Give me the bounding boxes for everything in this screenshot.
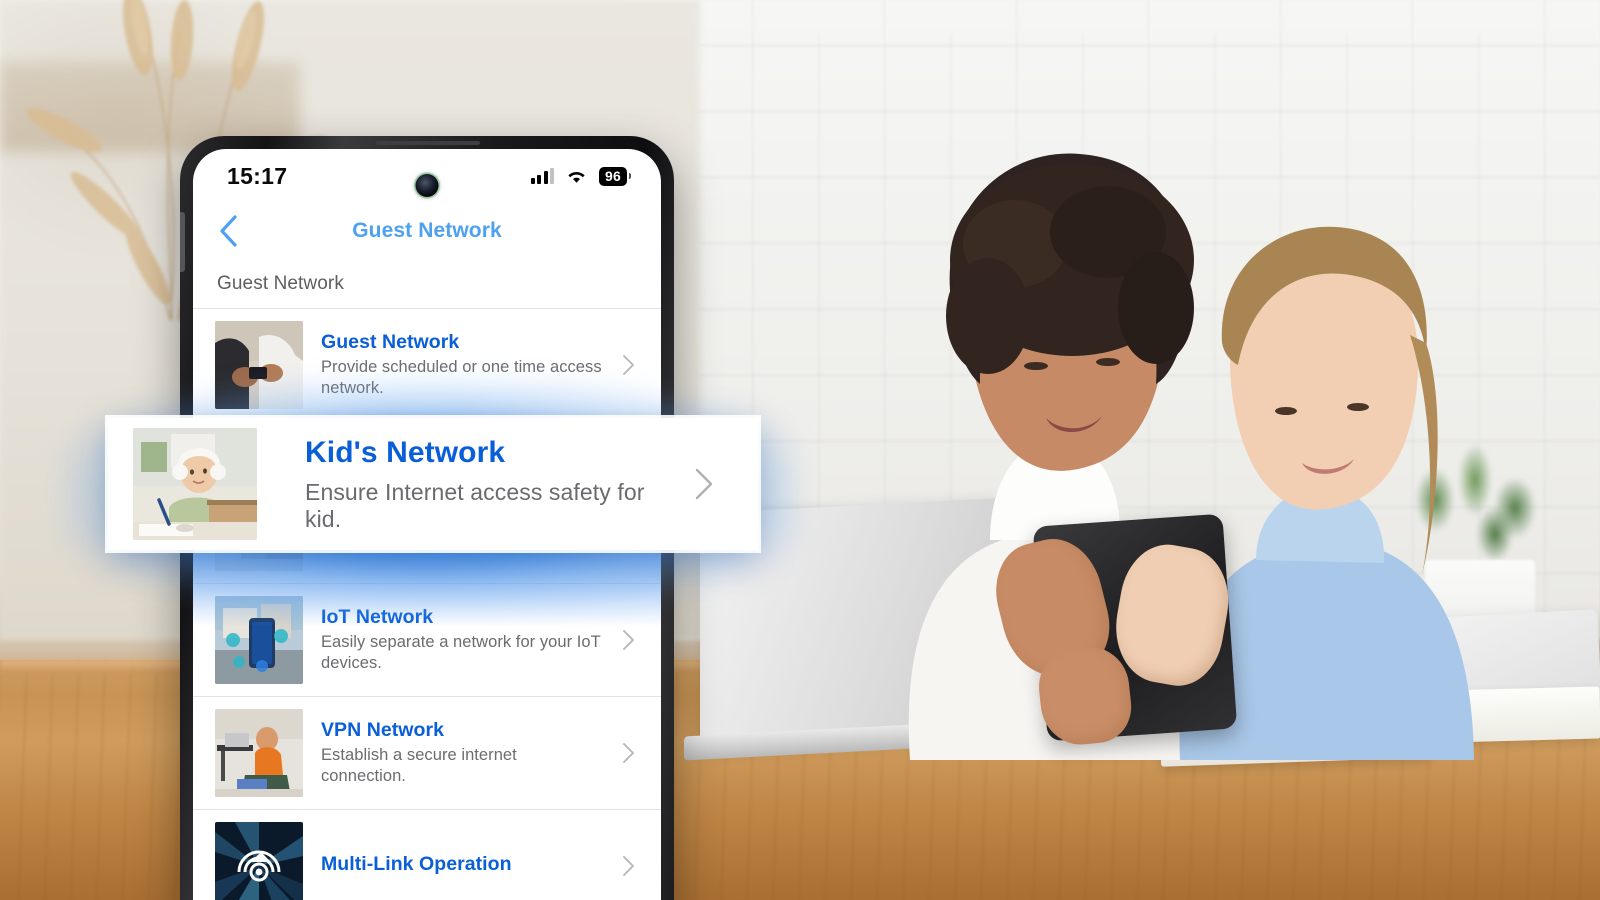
section-header-guest-network: Guest Network xyxy=(217,273,344,294)
list-item-title: IoT Network xyxy=(321,605,434,628)
list-item-title: Guest Network xyxy=(321,330,460,353)
list-item-vpn-network[interactable]: VPN Network Establish a secure internet … xyxy=(193,696,661,809)
chevron-right-icon[interactable] xyxy=(622,354,635,376)
page-title: Guest Network xyxy=(352,219,502,242)
list-item-subtitle: Establish a secure internet connection. xyxy=(321,745,517,785)
front-camera-icon xyxy=(415,174,439,197)
list-item-multi-link-operation[interactable]: Multi-Link Operation xyxy=(193,809,661,900)
list-item-subtitle: Easily separate a network for your IoT d… xyxy=(321,632,601,672)
cellular-signal-icon xyxy=(530,168,555,184)
thumbnail-kids-network-large xyxy=(133,428,257,540)
list-item-text: Multi-Link Operation xyxy=(321,853,604,879)
list-item-subtitle: Provide scheduled or one time access net… xyxy=(321,357,602,397)
list-item-text: VPN Network Establish a secure internet … xyxy=(321,719,604,788)
list-item-title: VPN Network xyxy=(321,718,444,741)
battery-tip-icon xyxy=(629,173,631,179)
magnified-card-text: Kid's Network Ensure Internet access saf… xyxy=(281,436,670,533)
thumbnail-iot-network xyxy=(215,596,303,684)
wifi-icon xyxy=(568,171,585,183)
list-item-text: Guest Network Provide scheduled or one t… xyxy=(321,331,604,400)
chevron-right-icon[interactable] xyxy=(622,629,635,651)
list-item-guest-network[interactable]: Guest Network Provide scheduled or one t… xyxy=(193,308,661,421)
list-item-iot-network[interactable]: IoT Network Easily separate a network fo… xyxy=(193,583,661,696)
nav-bar: Guest Network xyxy=(193,203,661,259)
thumbnail-guest-network xyxy=(215,321,303,409)
status-clock: 15:17 xyxy=(227,162,288,189)
status-icons: 96 xyxy=(530,166,631,186)
list-item-text: IoT Network Easily separate a network fo… xyxy=(321,606,604,675)
chevron-right-icon[interactable] xyxy=(622,855,635,877)
chevron-right-icon[interactable] xyxy=(622,742,635,764)
list-item-title: Multi-Link Operation xyxy=(321,853,512,875)
magnified-card-title: Kid's Network xyxy=(305,435,506,469)
battery-icon: 96 xyxy=(599,166,627,186)
chevron-right-icon[interactable] xyxy=(694,467,714,501)
status-bar: 15:17 96 xyxy=(193,149,661,203)
thumbnail-vpn-network xyxy=(215,709,303,797)
thumbnail-multi-link-operation xyxy=(215,822,303,900)
magnified-card-subtitle: Ensure Internet access safety for kid. xyxy=(305,478,645,532)
magnified-kids-network-card[interactable]: Kid's Network Ensure Internet access saf… xyxy=(108,418,758,550)
